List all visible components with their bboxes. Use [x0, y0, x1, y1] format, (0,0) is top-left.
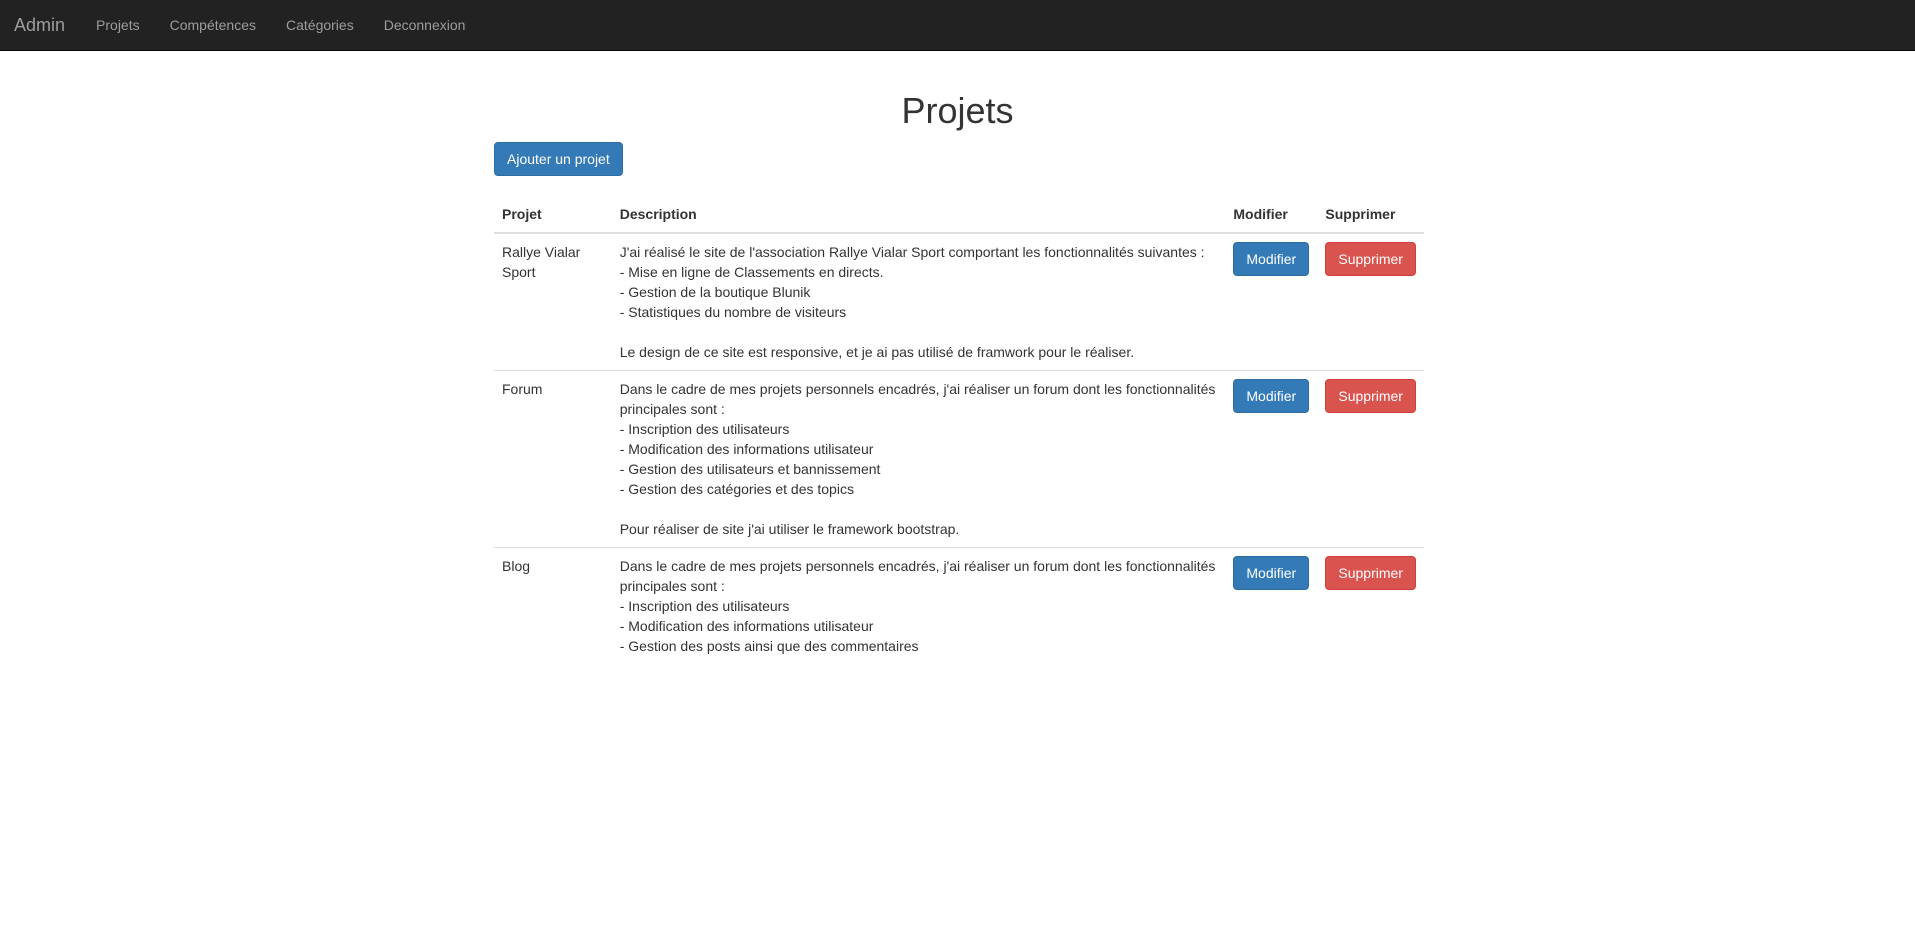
main-container: Ajouter un projet Projet Description Mod… — [494, 142, 1424, 664]
modify-button[interactable]: Modifier — [1233, 556, 1310, 590]
modify-button[interactable]: Modifier — [1233, 379, 1310, 413]
header-description: Description — [611, 196, 1226, 234]
nav-item-deconnexion[interactable]: Deconnexion — [369, 15, 481, 35]
project-name: Blog — [494, 547, 612, 664]
brand-link[interactable]: Admin — [0, 15, 81, 35]
table-row: Blog Dans le cadre de mes projets person… — [494, 547, 1424, 664]
table-row: Rallye Vialar Sport J'ai réalisé le site… — [494, 233, 1424, 371]
add-project-button[interactable]: Ajouter un projet — [494, 142, 623, 176]
modify-button[interactable]: Modifier — [1233, 242, 1310, 276]
modify-cell: Modifier — [1225, 547, 1318, 664]
delete-cell: Supprimer — [1317, 370, 1424, 548]
page-title: Projets — [901, 90, 1014, 131]
delete-cell: Supprimer — [1317, 233, 1424, 371]
nav-item-competences[interactable]: Compétences — [155, 15, 271, 35]
delete-button[interactable]: Supprimer — [1325, 556, 1416, 590]
modify-cell: Modifier — [1225, 370, 1318, 548]
header-modifier: Modifier — [1225, 196, 1318, 234]
projects-table: Projet Description Modifier Supprimer Ra… — [494, 196, 1424, 664]
delete-button[interactable]: Supprimer — [1325, 379, 1416, 413]
top-navbar: Admin Projets Compétences Catégories Dec… — [0, 0, 1915, 51]
delete-button[interactable]: Supprimer — [1325, 242, 1416, 276]
project-description: Dans le cadre de mes projets personnels … — [611, 547, 1226, 664]
table-row: Forum Dans le cadre de mes projets perso… — [494, 370, 1424, 548]
modify-cell: Modifier — [1225, 233, 1317, 371]
header-supprimer: Supprimer — [1317, 196, 1424, 234]
project-name: Rallye Vialar Sport — [502, 244, 581, 280]
nav-item-categories[interactable]: Catégories — [271, 15, 369, 35]
project-name: Forum — [494, 370, 612, 548]
project-description: Dans le cadre de mes projets personnels … — [611, 370, 1226, 548]
header-projet: Projet — [494, 196, 612, 234]
table-header-row: Projet Description Modifier Supprimer — [494, 196, 1424, 234]
project-description: J'ai réalisé le site de l'association Ra… — [619, 244, 1205, 360]
nav-item-projets[interactable]: Projets — [81, 15, 155, 35]
delete-cell: Supprimer — [1317, 547, 1424, 664]
